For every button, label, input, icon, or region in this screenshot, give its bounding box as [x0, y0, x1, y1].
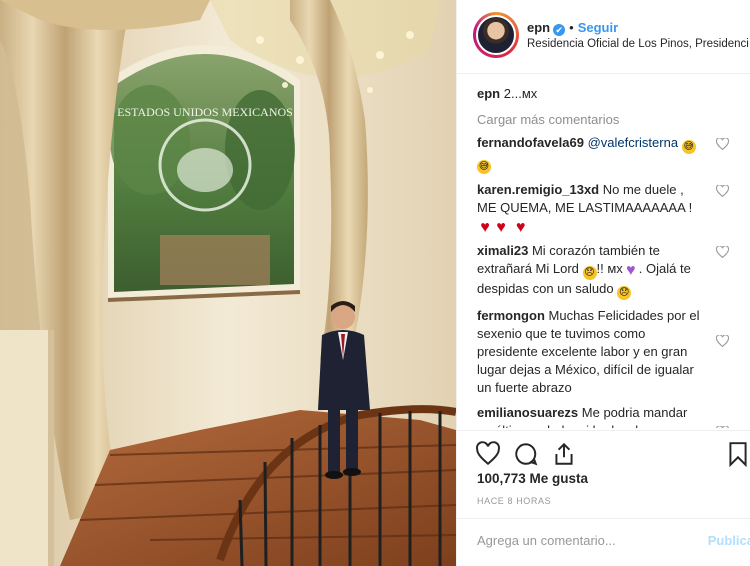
- heart-small-icon[interactable]: [716, 138, 729, 150]
- post-header: epn ✔ • Seguir Residencia Oficial de Los Pi…: [457, 0, 750, 74]
- follow-button[interactable]: Seguir: [578, 20, 618, 35]
- avatar[interactable]: [476, 15, 516, 55]
- sad-face-emoji-icon: 😞: [582, 266, 597, 280]
- verified-icon: ✔: [553, 24, 566, 36]
- comment-text: !! мх: [596, 261, 623, 276]
- load-more-comments-button[interactable]: Cargar más comentarios: [477, 112, 731, 127]
- comment-username[interactable]: karen.remigio_13xd: [477, 182, 599, 197]
- comment-input[interactable]: [477, 533, 727, 548]
- purple-heart-emoji-icon: ♥: [626, 262, 636, 279]
- grinning-sweat-emoji-icon: 😅: [477, 160, 491, 174]
- post-timestamp[interactable]: HACE 8 HORAS: [477, 496, 551, 506]
- caption-text: 2...мх: [503, 86, 538, 101]
- post-caption: epn 2...мх: [477, 86, 731, 101]
- comment-username[interactable]: fermongon: [477, 308, 545, 323]
- caption-username[interactable]: epn: [477, 86, 500, 101]
- comment-mention[interactable]: @valefcristerna: [588, 135, 679, 150]
- post-photo[interactable]: ESTADOS UNIDOS MEXICANOS: [0, 0, 456, 566]
- window-seal-text: ESTADOS UNIDOS MEXICANOS: [117, 105, 293, 119]
- sad-face-emoji-icon: 😞: [617, 286, 632, 300]
- comments-list[interactable]: epn 2...мх Cargar más comentarios fernan…: [457, 75, 750, 428]
- list-item: ximali23 Mi corazón también te extrañará…: [477, 242, 731, 300]
- comment-username[interactable]: fernandofavela69: [477, 135, 584, 150]
- post-comment-button[interactable]: Publicar: [708, 533, 750, 548]
- comment-username[interactable]: emilianosuarezs: [477, 405, 578, 420]
- heart-small-icon[interactable]: [716, 426, 729, 428]
- post-side-panel: epn ✔ • Seguir Residencia Oficial de Los Pi…: [456, 0, 750, 566]
- red-heart-emoji-icon: ♥: [480, 219, 490, 236]
- post-photo-illustration: ESTADOS UNIDOS MEXICANOS: [0, 0, 456, 566]
- heart-small-icon[interactable]: [716, 185, 729, 197]
- red-heart-emoji-icon: ♥: [496, 219, 506, 236]
- heart-small-icon[interactable]: [716, 335, 729, 347]
- heart-small-icon[interactable]: [716, 246, 729, 258]
- header-line: epn ✔ • Seguir: [527, 20, 618, 36]
- header-separator: •: [569, 20, 574, 35]
- list-item: fermongon Muchas Felicidades por el sexe…: [477, 307, 731, 397]
- comment-username[interactable]: ximali23: [477, 243, 528, 258]
- story-ring[interactable]: [473, 12, 519, 58]
- heart-icon[interactable]: [475, 441, 501, 467]
- comment-icon[interactable]: [513, 441, 539, 467]
- red-heart-emoji-icon: ♥: [515, 219, 526, 236]
- share-icon[interactable]: [551, 441, 577, 467]
- list-item: karen.remigio_13xd No me duele , ME QUEM…: [477, 181, 731, 236]
- grinning-sweat-emoji-icon: 😅: [681, 140, 696, 154]
- list-item: emilianosuarezs Me podria mandar un últi…: [477, 404, 731, 428]
- likes-count[interactable]: 100,773 Me gusta: [477, 471, 588, 486]
- add-comment-bar: Publicar: [457, 518, 750, 566]
- bookmark-icon[interactable]: [725, 441, 750, 467]
- list-item: fernandofavela69 @valefcristerna 😅 😅: [477, 134, 731, 174]
- header-username[interactable]: epn: [527, 20, 550, 35]
- location-link[interactable]: Residencia Oficial de Los Pinos, Preside…: [527, 38, 749, 50]
